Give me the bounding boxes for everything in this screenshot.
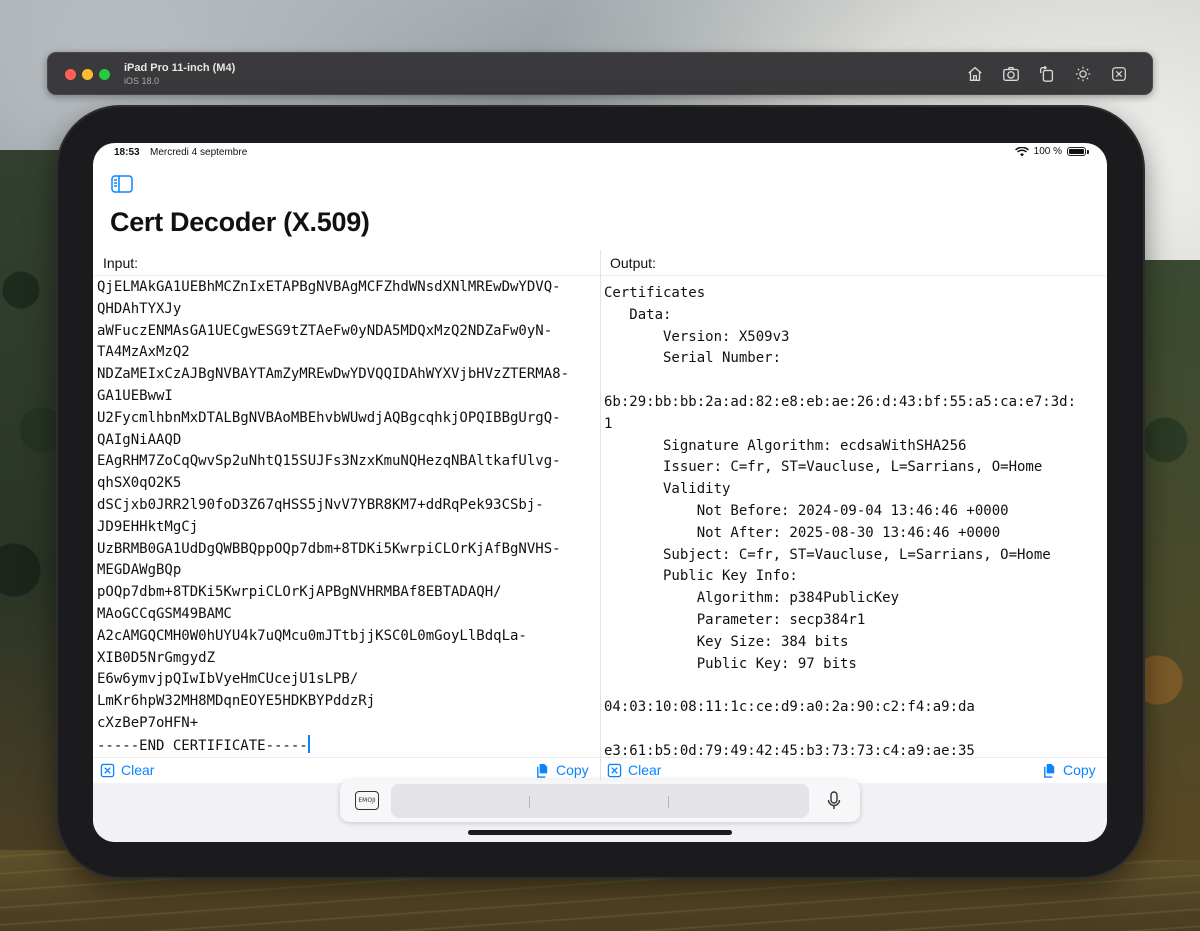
action-bar-divider xyxy=(93,757,1107,758)
pane-divider xyxy=(600,250,601,783)
zoom-window-button[interactable] xyxy=(99,69,110,80)
text-line: 04:03:10:08:11:1c:ce:d9:a0:2a:90:c2:f4:a… xyxy=(604,699,975,716)
input-clear-label: Clear xyxy=(121,762,155,778)
text-line: TA4MzAxMzQ2 xyxy=(97,344,190,361)
text-line: GA1UEBwwI xyxy=(97,387,173,404)
input-copy-label: Copy xyxy=(556,762,589,778)
battery-icon xyxy=(1067,147,1086,156)
copy-icon xyxy=(1044,763,1055,778)
clear-icon xyxy=(607,763,622,777)
minimize-window-button[interactable] xyxy=(82,69,93,80)
simulator-device-name: iPad Pro 11-inch (M4) xyxy=(124,62,236,74)
copy-icon xyxy=(537,763,548,778)
text-line xyxy=(604,719,1104,741)
text-line xyxy=(604,370,1104,392)
ipad-screen: 18:53 Mercredi 4 septembre 100 % Cert De… xyxy=(93,143,1107,842)
text-line: NDZaMEIxCzAJBgNVBAYTAmZyMREwDwYDVQQIDAhW… xyxy=(97,366,570,383)
home-icon[interactable] xyxy=(964,64,986,84)
text-line: Public Key: 97 bits xyxy=(604,655,857,672)
kb-field-separator xyxy=(529,796,530,808)
output-copy-label: Copy xyxy=(1063,762,1096,778)
sidebar-toggle-icon[interactable] xyxy=(111,175,133,195)
text-line: cXzBeP7oHFN+ xyxy=(97,714,199,731)
decoded-output-view: Certificates Data: Version: X509v3 Seria… xyxy=(604,283,1104,757)
text-line: dSCjxb0JRR2l90foD3Z67qHSS5jNvV7YBR8KM7+d… xyxy=(97,496,544,513)
text-line: EAgRHM7ZoCqQwvSp2uNhtQ15SUJFs3NzxKmuNQHe… xyxy=(97,453,561,470)
screenshot-icon[interactable] xyxy=(1000,64,1022,84)
text-line: UzBRMB0GA1UdDgQWBBQppOQp7dbm+8TDKi5Kwrpi… xyxy=(97,540,561,557)
rotate-icon[interactable] xyxy=(1036,64,1058,84)
text-line: Key Size: 384 bits xyxy=(604,633,849,650)
text-line: Parameter: secp384r1 xyxy=(604,611,866,628)
text-line: Issuer: C=fr, ST=Vaucluse, L=Sarrians, O… xyxy=(604,459,1043,476)
text-line: Serial Number: xyxy=(604,350,782,367)
text-line: Signature Algorithm: ecdsaWithSHA256 xyxy=(604,437,967,454)
status-date: Mercredi 4 septembre xyxy=(150,147,248,158)
text-line: aWFuczENMAsGA1UECgwESG9tZTAeFw0yNDA5MDQx… xyxy=(97,322,553,339)
text-line xyxy=(604,675,1104,697)
text-line: JD9EHHktMgCj xyxy=(97,518,199,535)
input-clear-button[interactable]: Clear xyxy=(100,762,154,778)
text-line: e3:61:b5:0d:79:49:42:45:b3:73:73:c4:a9:a… xyxy=(604,742,975,757)
text-line: qhSX0qO2K5 xyxy=(97,475,182,492)
status-time: 18:53 xyxy=(114,147,140,158)
home-indicator[interactable] xyxy=(468,830,732,835)
simulator-os-version: iOS 18.0 xyxy=(124,76,160,86)
text-line: MEGDAWgBQp xyxy=(97,562,182,579)
wifi-icon xyxy=(1014,146,1029,156)
input-copy-button[interactable]: Copy xyxy=(535,762,589,778)
input-label: Input: xyxy=(103,255,139,271)
text-line: 1 xyxy=(604,415,613,432)
simulator-toolbar-icons xyxy=(964,64,1130,84)
text-line: 6b:29:bb:bb:2a:ad:82:e8:eb:ae:26:d:43:bf… xyxy=(604,393,1077,410)
shake-icon[interactable] xyxy=(1108,64,1130,84)
text-line: Public Key Info: xyxy=(604,568,798,585)
page-title: Cert Decoder (X.509) xyxy=(110,207,370,237)
output-copy-button[interactable]: Copy xyxy=(1042,762,1096,778)
battery-percent: 100 % xyxy=(1033,146,1062,157)
battery-tip xyxy=(1087,149,1089,154)
text-line: LmKr6hpW32MH8MDqnEOYE5HDKBYPddzRj xyxy=(97,693,376,710)
text-line: Version: X509v3 xyxy=(604,328,790,345)
keyboard-shortcut-bar: EMOJI xyxy=(340,780,860,822)
keyboard-text-field[interactable] xyxy=(391,784,809,818)
microphone-icon[interactable] xyxy=(827,791,841,811)
output-clear-label: Clear xyxy=(628,762,662,778)
text-line: -----END CERTIFICATE----- xyxy=(97,734,597,757)
text-line: QjELMAkGA1UEBhMCZnIxETAPBgNVBAgMCFZhdWNs… xyxy=(97,279,561,295)
clear-icon xyxy=(100,763,115,777)
text-line: Not After: 2025-08-30 13:46:46 +0000 xyxy=(604,524,1001,541)
status-indicators: 100 % xyxy=(1014,146,1089,157)
close-window-button[interactable] xyxy=(65,69,76,80)
text-line: Not Before: 2024-09-04 13:46:46 +0000 xyxy=(604,502,1009,519)
text-caret xyxy=(307,734,310,753)
emoji-keyboard-icon[interactable]: EMOJI xyxy=(355,791,379,810)
output-clear-button[interactable]: Clear xyxy=(607,762,661,778)
kb-field-separator xyxy=(668,796,669,808)
text-line: U2FycmlhbnMxDTALBgNVBAoMBEhvbWUwdjAQBgcq… xyxy=(97,409,561,426)
appearance-icon[interactable] xyxy=(1072,64,1094,84)
text-line: MAoGCCqGSM49BAMC xyxy=(97,605,232,622)
output-label: Output: xyxy=(610,255,656,271)
text-line: Validity xyxy=(604,481,731,498)
text-line: E6w6ymvjpQIwIbVyeHmCUcejU1sLPB/ xyxy=(97,671,359,688)
simulator-toolbar: iPad Pro 11-inch (M4) iOS 18.0 xyxy=(47,52,1153,95)
text-line: Data: xyxy=(604,306,672,323)
text-line: QHDAhTYXJy xyxy=(97,300,182,317)
text-line: Certificates xyxy=(604,285,706,301)
text-line: Subject: C=fr, ST=Vaucluse, L=Sarrians, … xyxy=(604,546,1051,563)
text-line: A2cAMGQCMH0W0hUYU4k7uQMcu0mJTtbjjKSC0L0m… xyxy=(97,627,527,644)
text-line: Algorithm: p384PublicKey xyxy=(604,590,900,607)
text-line: pOQp7dbm+8TDKi5KwrpiCLOrKjAPBgNVHRMBAf8E… xyxy=(97,584,502,601)
text-line: QAIgNiAAQD xyxy=(97,431,182,448)
certificate-input-editor[interactable]: QjELMAkGA1UEBhMCZnIxETAPBgNVBAgMCFZhdWNs… xyxy=(97,277,597,757)
text-line: XIB0D5NrGmgydZ xyxy=(97,649,216,666)
